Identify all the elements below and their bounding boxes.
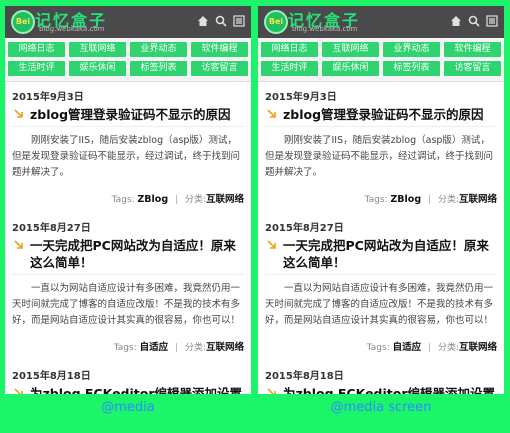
- post: 2015年8月18日 为zblog FCKeditor编辑器添加设置字体格式: [258, 353, 504, 394]
- tags-label: Tags:: [111, 195, 135, 205]
- meta-divider: |: [428, 195, 432, 205]
- post-excerpt: 刚刚安装了IIS，随后安装zblog（asp版）测试，但是发现登录验证码不能显示…: [12, 135, 241, 178]
- nav-item[interactable]: 娱乐休闲: [322, 61, 379, 76]
- post-excerpt: 刚刚安装了IIS，随后安装zblog（asp版）测试，但是发现登录验证码不能显示…: [265, 135, 494, 178]
- post: 2015年8月27日 一天完成把PC网站改为自适应！原来这么简单！ 一直以为网站…: [5, 205, 251, 353]
- category-link[interactable]: 互联网络: [206, 194, 244, 205]
- nav-item[interactable]: 互联网络: [322, 42, 379, 57]
- post-meta: Tags: ZBlog | 分类:互联网络: [12, 191, 244, 205]
- post-meta: Tags: 自适应 | 分类:互联网络: [265, 339, 497, 353]
- tag-link[interactable]: ZBlog: [137, 194, 168, 205]
- nav-item[interactable]: 业界动态: [130, 42, 187, 57]
- menu-icon[interactable]: [233, 15, 245, 27]
- mobile-preview-media-screen: Bei 记忆盒子 blog.webkaka.com 网络日志 互联网络 业界动态…: [258, 6, 504, 394]
- caption-media: @media: [101, 400, 155, 415]
- nav-item[interactable]: 业界动态: [383, 42, 440, 57]
- tags-label: Tags:: [364, 195, 388, 205]
- post-title[interactable]: 为zblog FCKeditor编辑器添加设置字体格式: [12, 385, 244, 394]
- post-date: 2015年8月18日: [265, 371, 344, 382]
- nav-item[interactable]: 访客留言: [191, 61, 248, 76]
- tags-label: Tags:: [113, 343, 137, 353]
- site-logo-url: blog.webkaka.com: [292, 25, 358, 33]
- nav-item[interactable]: 生活时评: [261, 61, 318, 76]
- post-title[interactable]: 一天完成把PC网站改为自适应！原来这么简单！: [12, 237, 244, 275]
- tag-link[interactable]: ZBlog: [390, 194, 421, 205]
- site-logo-url: blog.webkaka.com: [39, 25, 105, 33]
- home-icon[interactable]: [197, 15, 209, 27]
- category-label: 分类:: [184, 343, 206, 353]
- site-header: Bei 记忆盒子 blog.webkaka.com: [258, 6, 504, 38]
- tags-label: Tags:: [366, 343, 390, 353]
- post-title[interactable]: 为zblog FCKeditor编辑器添加设置字体格式: [265, 385, 497, 394]
- logo-badge[interactable]: Bei: [11, 10, 35, 34]
- category-nav: 网络日志 互联网络 业界动态 软件编程 生活时评 娱乐休闲 标签列表 访客留言: [5, 38, 251, 82]
- post-excerpt: 一直以为网站自适应设计有多困难，我竟然仍用一天时间就完成了博客的自适应改版！不是…: [265, 283, 494, 326]
- tag-link[interactable]: 自适应: [140, 342, 169, 353]
- post: 2015年9月3日 zblog管理登录验证码不显示的原因 刚刚安装了IIS，随后…: [258, 82, 504, 205]
- arrow-down-right-icon: [267, 240, 276, 249]
- post-title[interactable]: zblog管理登录验证码不显示的原因: [265, 106, 497, 127]
- post: 2015年8月18日 为zblog FCKeditor编辑器添加设置字体格式: [5, 353, 251, 394]
- post-title[interactable]: 一天完成把PC网站改为自适应！原来这么简单！: [265, 237, 497, 275]
- post-date: 2015年8月27日: [12, 223, 91, 234]
- post-title[interactable]: zblog管理登录验证码不显示的原因: [12, 106, 244, 127]
- post-title-text[interactable]: zblog管理登录验证码不显示的原因: [30, 107, 231, 122]
- nav-item[interactable]: 互联网络: [69, 42, 126, 57]
- arrow-down-right-icon: [14, 240, 23, 249]
- post-title-text[interactable]: 一天完成把PC网站改为自适应！原来这么简单！: [30, 238, 236, 270]
- nav-item[interactable]: 软件编程: [444, 42, 501, 57]
- arrow-down-right-icon: [14, 109, 23, 118]
- nav-item[interactable]: 网络日志: [8, 42, 65, 57]
- category-link[interactable]: 互联网络: [459, 342, 497, 353]
- arrow-down-right-icon: [14, 388, 23, 394]
- menu-icon[interactable]: [486, 15, 498, 27]
- mobile-preview-media: Bei 记忆盒子 blog.webkaka.com 网络日志 互联网络 业界动态…: [5, 6, 251, 394]
- nav-item[interactable]: 软件编程: [191, 42, 248, 57]
- post-title-text[interactable]: 为zblog FCKeditor编辑器添加设置字体格式: [283, 386, 495, 394]
- post-excerpt: 一直以为网站自适应设计有多困难，我竟然仍用一天时间就完成了博客的自适应改版！不是…: [12, 283, 241, 326]
- post: 2015年9月3日 zblog管理登录验证码不显示的原因 刚刚安装了IIS，随后…: [5, 82, 251, 205]
- arrow-down-right-icon: [267, 388, 276, 394]
- category-label: 分类:: [184, 195, 206, 205]
- site-header: Bei 记忆盒子 blog.webkaka.com: [5, 6, 251, 38]
- post-date: 2015年9月3日: [12, 92, 84, 103]
- nav-item[interactable]: 生活时评: [8, 61, 65, 76]
- post-date: 2015年9月3日: [265, 92, 337, 103]
- nav-item[interactable]: 标签列表: [130, 61, 187, 76]
- nav-item[interactable]: 网络日志: [261, 42, 318, 57]
- meta-divider: |: [175, 195, 179, 205]
- post-title-text[interactable]: 为zblog FCKeditor编辑器添加设置字体格式: [30, 386, 242, 394]
- nav-item[interactable]: 标签列表: [383, 61, 440, 76]
- category-label: 分类:: [437, 343, 459, 353]
- nav-item[interactable]: 访客留言: [444, 61, 501, 76]
- meta-divider: |: [175, 343, 179, 353]
- category-nav: 网络日志 互联网络 业界动态 软件编程 生活时评 娱乐休闲 标签列表 访客留言: [258, 38, 504, 82]
- search-icon[interactable]: [215, 15, 227, 27]
- search-icon[interactable]: [468, 15, 480, 27]
- home-icon[interactable]: [450, 15, 462, 27]
- post: 2015年8月27日 一天完成把PC网站改为自适应！原来这么简单！ 一直以为网站…: [258, 205, 504, 353]
- post-meta: Tags: 自适应 | 分类:互联网络: [12, 339, 244, 353]
- meta-divider: |: [428, 343, 432, 353]
- caption-media-screen: @media screen: [330, 400, 432, 415]
- post-date: 2015年8月27日: [265, 223, 344, 234]
- logo-badge[interactable]: Bei: [264, 10, 288, 34]
- arrow-down-right-icon: [267, 109, 276, 118]
- post-title-text[interactable]: 一天完成把PC网站改为自适应！原来这么简单！: [283, 238, 489, 270]
- category-link[interactable]: 互联网络: [206, 342, 244, 353]
- tag-link[interactable]: 自适应: [393, 342, 422, 353]
- post-meta: Tags: ZBlog | 分类:互联网络: [265, 191, 497, 205]
- nav-item[interactable]: 娱乐休闲: [69, 61, 126, 76]
- category-link[interactable]: 互联网络: [459, 194, 497, 205]
- category-label: 分类:: [437, 195, 459, 205]
- post-date: 2015年8月18日: [12, 371, 91, 382]
- post-title-text[interactable]: zblog管理登录验证码不显示的原因: [283, 107, 484, 122]
